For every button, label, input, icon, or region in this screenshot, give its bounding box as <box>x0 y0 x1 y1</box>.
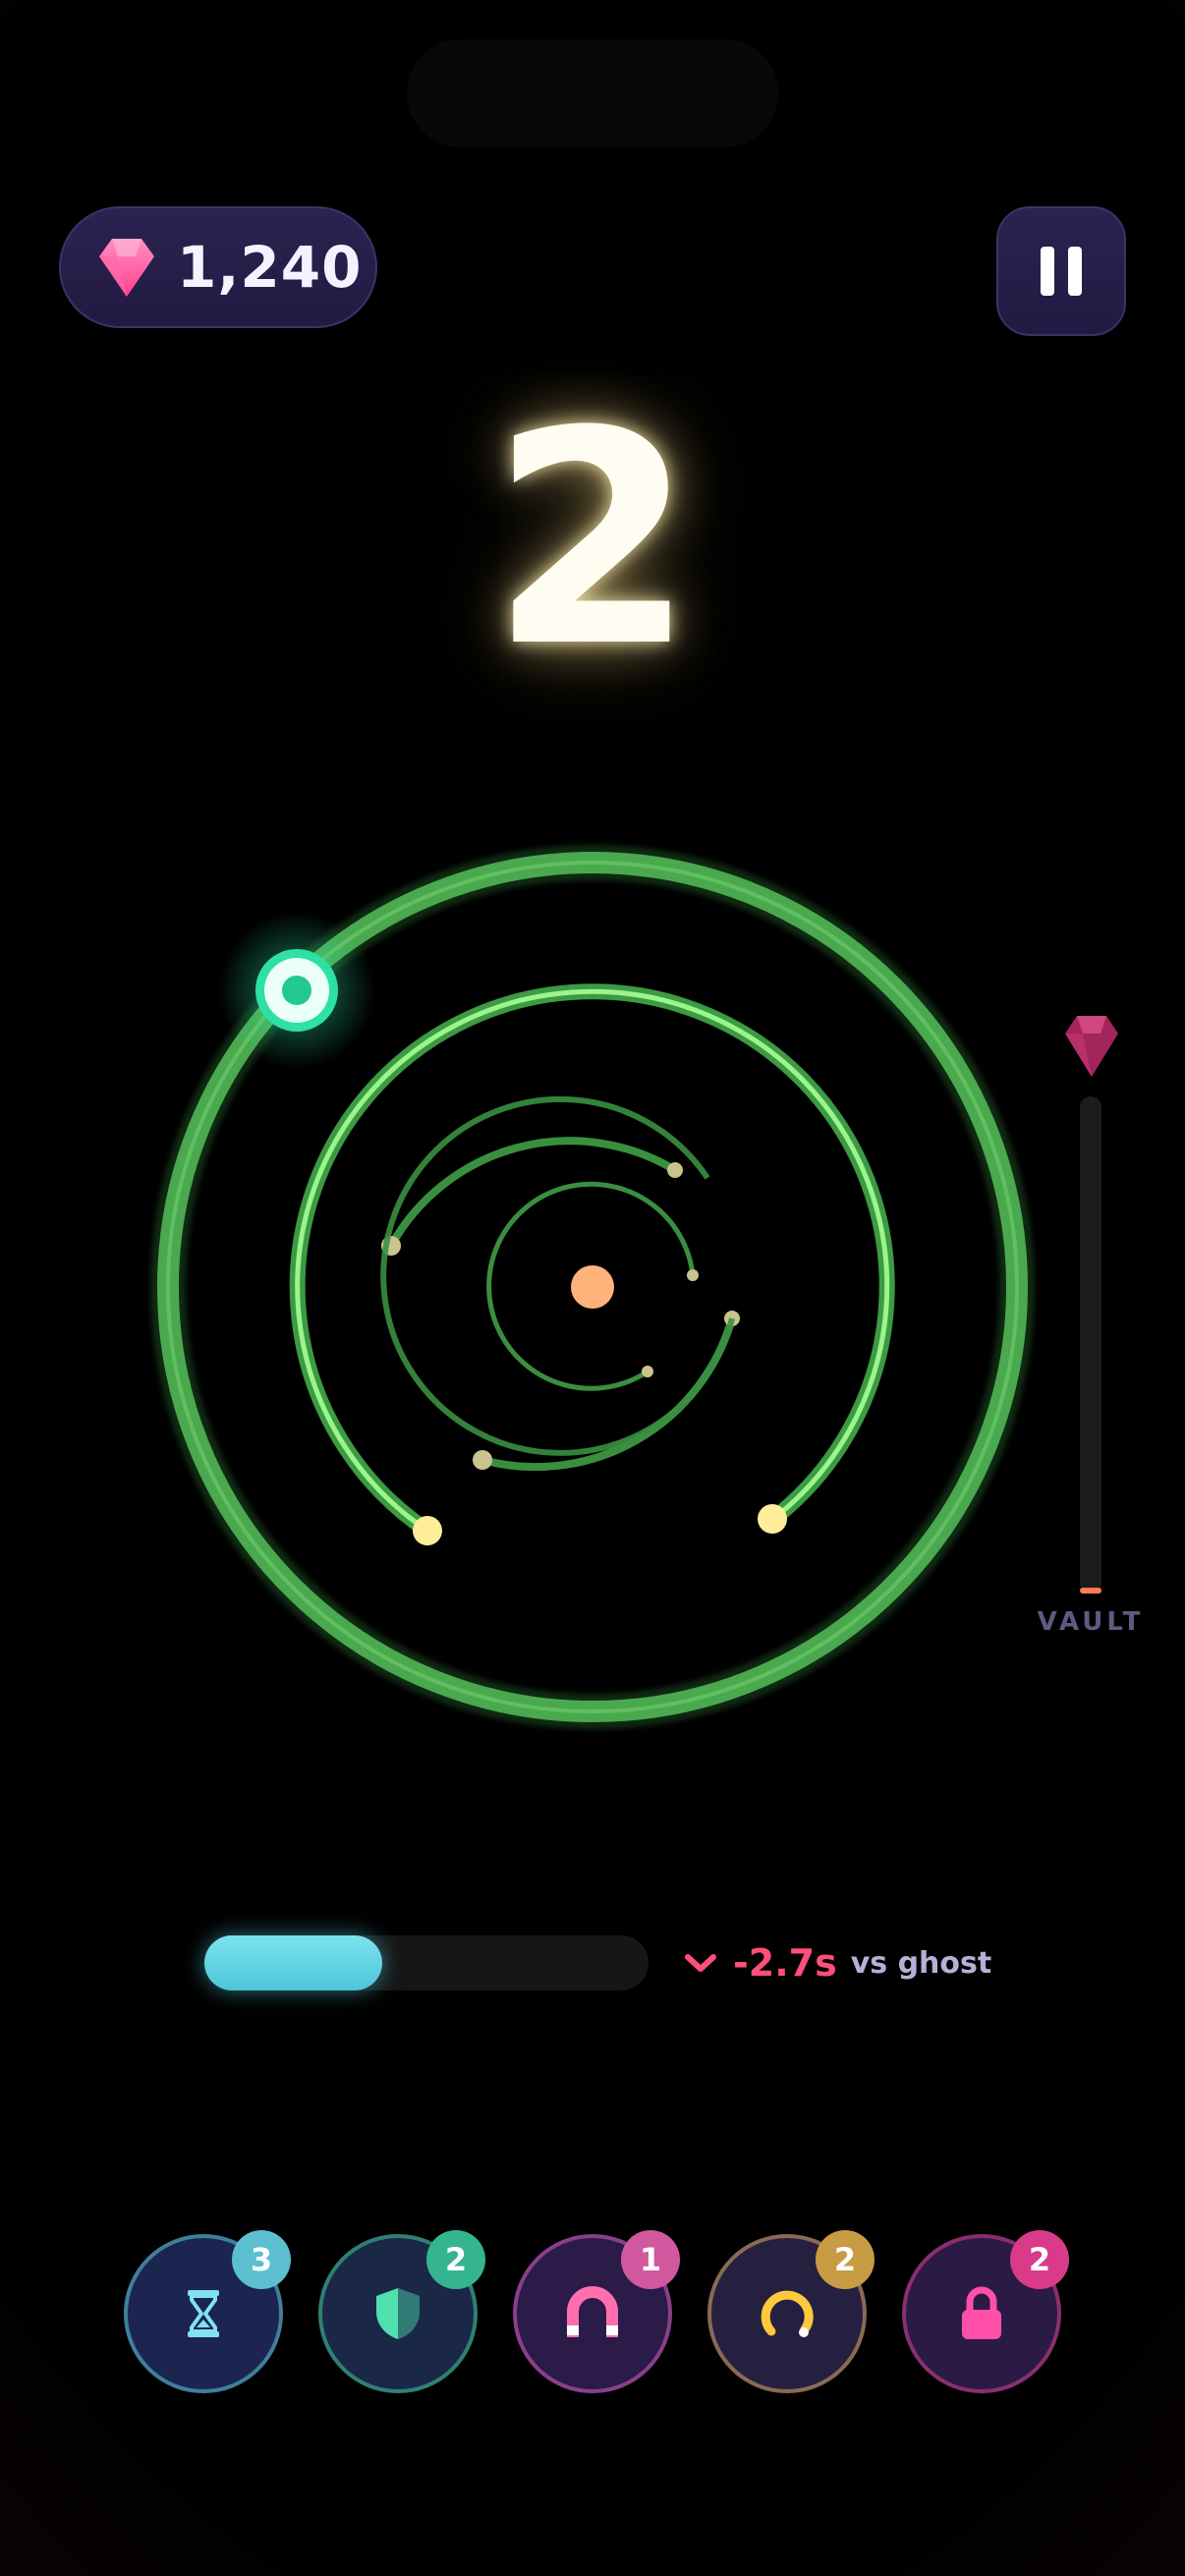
powerup-count-badge: 2 <box>1010 2230 1069 2289</box>
orbit-node <box>642 1366 653 1377</box>
race-progress-bar <box>204 1935 649 1990</box>
ghost-delta: -2.7s <box>733 1941 837 1985</box>
powerup-lock-button[interactable]: 2 <box>902 2230 1069 2393</box>
vault-meter-fill <box>1080 1587 1101 1594</box>
orbit-node <box>473 1450 492 1470</box>
powerup-count-badge: 3 <box>232 2230 291 2289</box>
powerup-count-badge: 2 <box>426 2230 485 2289</box>
vault-gem-icon <box>1065 1016 1118 1077</box>
race-progress-fill <box>204 1935 382 1990</box>
orbit-node <box>758 1504 787 1534</box>
magnet-icon <box>567 2286 618 2337</box>
powerup-ring-button[interactable]: 2 <box>707 2230 875 2393</box>
powerup-count-badge: 2 <box>816 2230 875 2289</box>
ring-icon <box>761 2290 814 2337</box>
vault-meter <box>1080 1096 1101 1594</box>
powerup-hourglass-button[interactable]: 3 <box>124 2230 291 2393</box>
orbit-arc-4 <box>380 1095 735 1456</box>
ghost-comparison: -2.7s vs ghost <box>684 1932 991 1994</box>
hourglass-icon <box>188 2290 219 2337</box>
powerup-count-badge: 1 <box>621 2230 680 2289</box>
runner-orb-dot <box>282 976 311 1005</box>
shield-icon <box>376 2288 420 2339</box>
lock-icon <box>962 2286 1001 2339</box>
powerup-magnet-button[interactable]: 1 <box>513 2230 680 2393</box>
orbit-node <box>687 1269 699 1281</box>
orbit-core <box>571 1265 614 1309</box>
orbit-node <box>667 1162 683 1178</box>
orbit-node <box>413 1516 442 1545</box>
ghost-label: vs ghost <box>850 1945 992 1981</box>
vault-label: VAULT <box>1037 1607 1145 1637</box>
orbit-board <box>150 845 1035 1729</box>
chevron-down-icon <box>685 1954 716 1972</box>
powerup-shield-button[interactable]: 2 <box>318 2230 485 2393</box>
